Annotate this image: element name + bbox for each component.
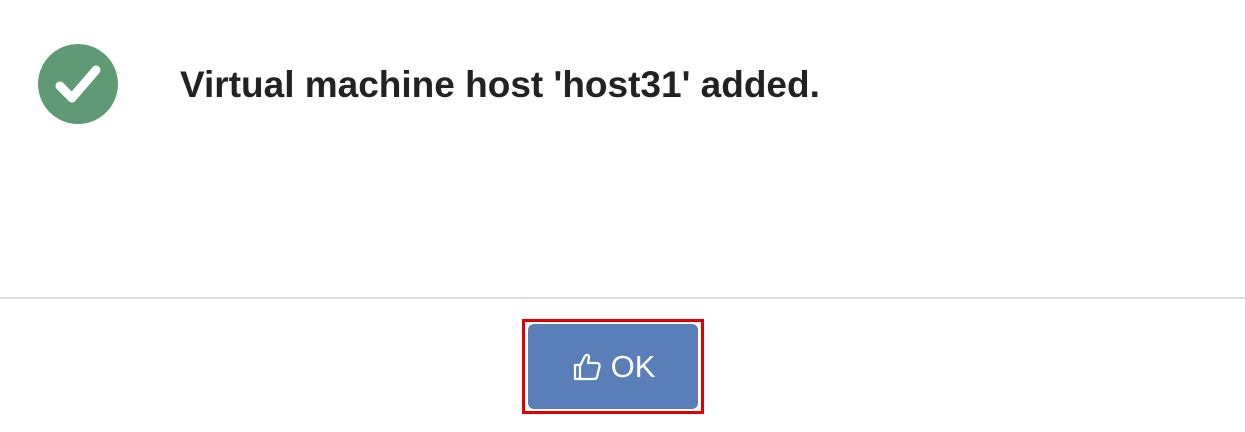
- check-circle-icon: [38, 44, 118, 124]
- ok-button-label: OK: [610, 348, 656, 384]
- notification-dialog: Virtual machine host 'host31' added. OK: [0, 0, 1245, 432]
- dialog-message: Virtual machine host 'host31' added.: [180, 64, 820, 105]
- footer-divider: [0, 297, 1245, 299]
- ok-button[interactable]: OK: [528, 324, 698, 409]
- thumbs-up-icon: [571, 351, 603, 383]
